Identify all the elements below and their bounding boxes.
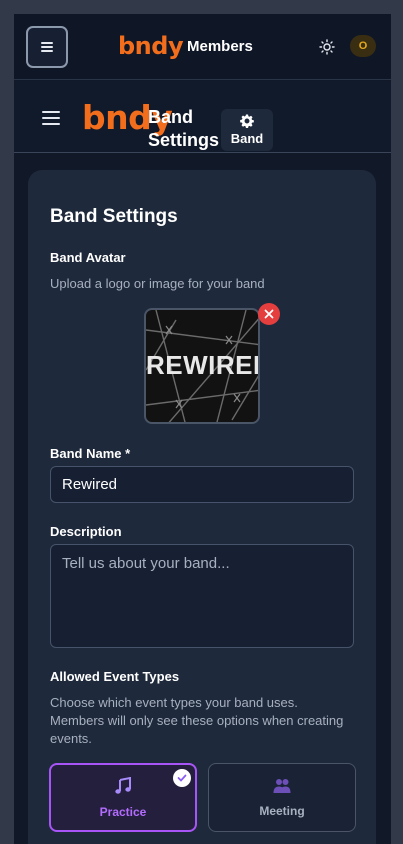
band-tab[interactable]: Band bbox=[221, 109, 273, 151]
people-icon bbox=[273, 778, 291, 793]
band-name-label: Band Name * bbox=[50, 446, 131, 461]
band-tab-label: Band bbox=[230, 131, 264, 146]
band-header: bndy Band Settings Band bbox=[14, 81, 391, 153]
check-icon bbox=[173, 769, 191, 787]
app-logo[interactable]: bndy bbox=[118, 32, 184, 60]
card-title: Band Settings bbox=[50, 206, 178, 227]
avatar-band-word: REWIRED bbox=[146, 350, 260, 380]
hamburger-icon bbox=[41, 42, 53, 52]
band-name-input[interactable]: Rewired bbox=[50, 466, 354, 503]
avatar-label: Band Avatar bbox=[50, 250, 126, 265]
event-type-label: Meeting bbox=[259, 803, 305, 818]
event-types-help: Choose which event types your band uses.… bbox=[50, 695, 344, 746]
description-textarea[interactable]: Tell us about your band... bbox=[50, 544, 354, 648]
hamburger-icon[interactable] bbox=[42, 111, 60, 125]
section-title: Band Settings bbox=[148, 107, 220, 150]
avatar-help: Upload a logo or image for your band bbox=[50, 276, 265, 291]
event-types-label: Allowed Event Types bbox=[50, 669, 180, 684]
gear-icon bbox=[240, 114, 254, 128]
top-bar: bndy Members O bbox=[14, 14, 391, 80]
user-avatar[interactable]: O bbox=[350, 35, 376, 57]
music-note-icon bbox=[115, 776, 131, 794]
sun-icon[interactable] bbox=[319, 39, 335, 55]
band-avatar-image[interactable]: REWIRED bbox=[144, 308, 260, 424]
event-type-practice[interactable]: Practice bbox=[49, 763, 197, 832]
app-frame: bndy Members O bndy Band Settings Band B bbox=[14, 14, 391, 844]
remove-avatar-button[interactable] bbox=[258, 303, 280, 325]
close-icon bbox=[264, 309, 274, 319]
description-label: Description bbox=[50, 524, 122, 539]
settings-card: Band Settings Band Avatar Upload a logo … bbox=[28, 170, 376, 844]
page-title: Members bbox=[187, 38, 253, 55]
menu-button[interactable] bbox=[26, 26, 68, 68]
event-type-label: Practice bbox=[99, 804, 147, 819]
event-type-meeting[interactable]: Meeting bbox=[208, 763, 356, 832]
